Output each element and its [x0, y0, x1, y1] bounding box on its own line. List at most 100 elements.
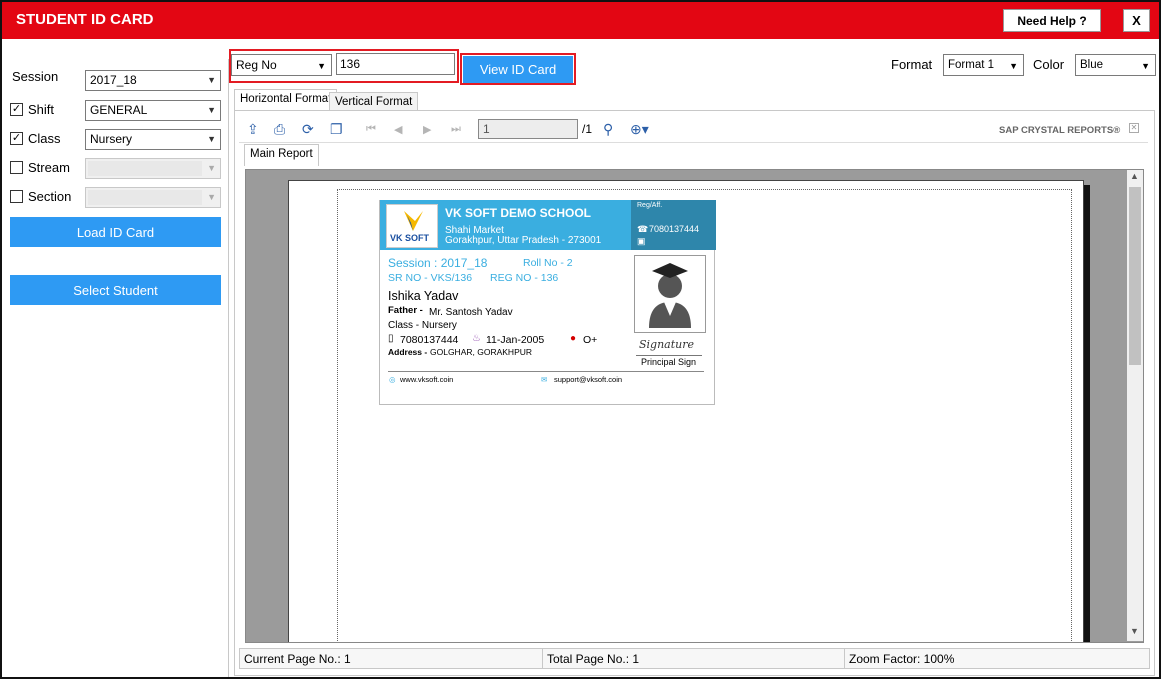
load-id-card-button[interactable]: Load ID Card	[10, 217, 221, 247]
close-button[interactable]: X	[1123, 9, 1150, 32]
color-select[interactable]: Blue ▼	[1075, 54, 1156, 76]
card-reg-no: REG NO - 136	[490, 272, 559, 284]
page-number-input[interactable]: 1	[478, 119, 578, 139]
school-name: VK SOFT DEMO SCHOOL	[445, 206, 592, 220]
crystal-reports-brand: SAP CRYSTAL REPORTS®	[999, 125, 1121, 136]
principal-sign-label: Principal Sign	[641, 357, 697, 367]
section-label: Section	[28, 189, 72, 204]
reg-no-input[interactable]: 136	[336, 53, 455, 75]
report-page: VK SOFT VK SOFT DEMO SCHOOL Shahi Market…	[288, 180, 1084, 642]
father-name: Mr. Santosh Yadav	[429, 307, 513, 318]
id-card: VK SOFT VK SOFT DEMO SCHOOL Shahi Market…	[379, 200, 716, 405]
session-label: Session	[12, 69, 59, 84]
close-viewer-icon[interactable]: ✕	[1129, 123, 1139, 133]
shift-value: GENERAL	[90, 103, 148, 117]
chevron-down-icon: ▼	[317, 61, 326, 71]
student-class: Class - Nursery	[388, 320, 457, 331]
student-photo	[634, 255, 706, 333]
class-checkbox[interactable]: ✓	[10, 132, 23, 145]
window-title: STUDENT ID CARD	[16, 11, 154, 28]
student-name: Ishika Yadav	[388, 289, 459, 303]
next-page-icon[interactable]: ▶	[423, 123, 431, 136]
chevron-down-icon: ▼	[207, 163, 216, 173]
class-label: Class	[28, 131, 61, 146]
card-roll: Roll No - 2	[523, 257, 573, 269]
card-website: www.vksoft.coin	[400, 375, 454, 384]
last-page-icon[interactable]: ⏭	[451, 123, 461, 136]
tab-main-report[interactable]: Main Report	[244, 144, 319, 166]
print-icon[interactable]: ⎙	[274, 121, 285, 138]
shift-select[interactable]: GENERAL ▼	[85, 100, 221, 121]
birthday-icon: ♨	[472, 333, 481, 344]
tab-horizontal-format[interactable]: Horizontal Format	[234, 89, 338, 111]
report-canvas: VK SOFT VK SOFT DEMO SCHOOL Shahi Market…	[245, 169, 1144, 643]
format-value: Format 1	[948, 59, 995, 71]
view-id-card-button[interactable]: View ID Card	[463, 56, 573, 83]
total-page-status: Total Page No.: 1	[547, 652, 640, 666]
need-help-button[interactable]: Need Help ?	[1003, 9, 1101, 32]
globe-icon: ◎	[389, 375, 396, 384]
format-label: Format	[891, 57, 933, 72]
find-icon[interactable]: ⚲	[603, 121, 613, 138]
select-student-button[interactable]: Select Student	[10, 275, 221, 305]
group-tree-icon[interactable]: ❐	[330, 121, 343, 138]
color-value: Blue	[1080, 59, 1104, 71]
zoom-icon[interactable]: ⊕▾	[630, 121, 649, 138]
blood-group: O+	[583, 334, 598, 346]
scroll-thumb[interactable]	[1129, 187, 1141, 365]
session-select[interactable]: 2017_18 ▼	[85, 70, 221, 91]
class-select[interactable]: Nursery ▼	[85, 129, 221, 150]
session-value: 2017_18	[90, 73, 137, 87]
export-icon[interactable]: ⇪	[247, 121, 259, 138]
scroll-down-icon[interactable]: ▼	[1130, 626, 1139, 636]
reg-no-value: 136	[340, 57, 361, 71]
student-dob: 11-Jan-2005	[486, 334, 545, 346]
logo-text: VK SOFT	[390, 233, 430, 243]
refresh-icon[interactable]: ⟳	[302, 121, 314, 138]
chevron-down-icon: ▼	[207, 192, 216, 202]
card-email: support@vksoft.coin	[554, 375, 623, 384]
stream-select[interactable]: ▼	[85, 158, 221, 179]
school-address-2: Gorakhpur, Uttar Pradesh - 273001	[445, 235, 602, 246]
card-header: VK SOFT VK SOFT DEMO SCHOOL Shahi Market…	[380, 200, 631, 250]
graduate-avatar-icon	[649, 263, 691, 328]
shift-checkbox[interactable]: ✓	[10, 103, 23, 116]
stream-checkbox[interactable]	[10, 161, 23, 174]
section-checkbox[interactable]	[10, 190, 23, 203]
bus-icon: ▣	[637, 236, 646, 246]
previous-page-icon[interactable]: ◀	[394, 123, 402, 136]
card-side-panel: Reg/Aff. ☎ 7080137444 ▣	[631, 200, 716, 250]
page-total: /1	[582, 122, 593, 136]
address-label: Address -	[388, 347, 428, 357]
school-phone: 7080137444	[649, 224, 700, 234]
zoom-status: Zoom Factor: 100%	[849, 652, 955, 666]
card-session: Session : 2017_18	[388, 256, 488, 270]
signature-image: Signature	[639, 338, 695, 351]
school-logo: VK SOFT	[386, 204, 438, 248]
student-id-card-window: STUDENT ID CARD Need Help ? X Session 20…	[0, 0, 1161, 679]
title-bar: STUDENT ID CARD Need Help ? X	[2, 2, 1159, 39]
section-select[interactable]: ▼	[85, 187, 221, 208]
chevron-down-icon: ▼	[1141, 61, 1150, 71]
mail-icon: ✉	[541, 375, 548, 384]
search-type-value: Reg No	[236, 58, 277, 72]
mobile-icon: ▯	[388, 333, 394, 344]
search-type-select[interactable]: Reg No ▼	[231, 54, 332, 76]
chevron-down-icon: ▼	[207, 134, 216, 144]
reg-aff-label: Reg/Aff.	[637, 202, 663, 209]
shift-label: Shift	[28, 102, 55, 117]
tab-vertical-format[interactable]: Vertical Format	[329, 92, 419, 112]
chevron-down-icon: ▼	[207, 75, 216, 85]
status-bar: Current Page No.: 1 Total Page No.: 1 Zo…	[239, 648, 1150, 669]
scroll-up-icon[interactable]: ▲	[1130, 171, 1139, 181]
father-label: Father -	[388, 305, 423, 316]
color-label: Color	[1033, 57, 1065, 72]
class-value: Nursery	[90, 132, 133, 146]
first-page-icon[interactable]: ⏮	[366, 123, 376, 136]
vertical-scrollbar[interactable]: ▲ ▼	[1127, 170, 1143, 641]
card-sr-no: SR NO - VKS/136	[388, 272, 473, 284]
chevron-down-icon: ▼	[1009, 61, 1018, 71]
blood-drop-icon: ●	[570, 333, 577, 344]
format-select[interactable]: Format 1 ▼	[943, 54, 1024, 76]
chevron-down-icon: ▼	[207, 105, 216, 115]
